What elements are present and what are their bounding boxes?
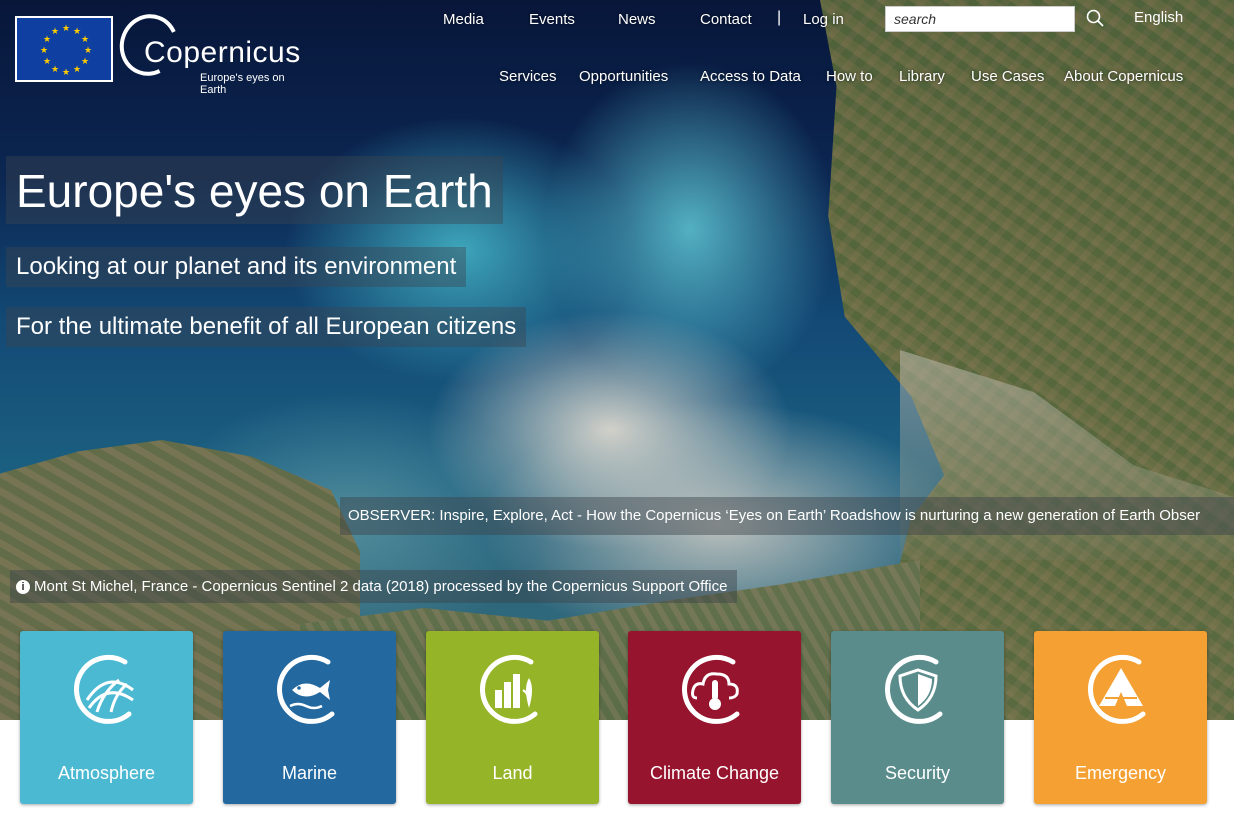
service-tile-security[interactable]: Security	[831, 631, 1004, 804]
nav-contact[interactable]: Contact	[700, 11, 752, 28]
nav-access-to-data[interactable]: Access to Data	[700, 68, 801, 85]
info-icon: i	[16, 580, 30, 594]
nav-media[interactable]: Media	[443, 11, 484, 28]
service-label-climate-change: Climate Change	[649, 763, 780, 783]
nav-services[interactable]: Services	[499, 68, 557, 85]
nav-news[interactable]: News	[618, 11, 656, 28]
service-tile-land[interactable]: Land	[426, 631, 599, 804]
nav-use-cases[interactable]: Use Cases	[971, 68, 1044, 85]
image-credit-text: Mont St Michel, France - Copernicus Sent…	[34, 578, 728, 595]
climate-cloud-icon	[682, 654, 740, 724]
atmosphere-icon	[74, 654, 134, 724]
language-selector[interactable]: English	[1134, 9, 1183, 26]
nav-about-copernicus[interactable]: About Copernicus	[1064, 68, 1183, 85]
service-label-land: Land	[492, 763, 533, 783]
hero-subtitle-1: Looking at our planet and its environmen…	[6, 247, 467, 287]
service-label-security: Security	[884, 763, 951, 783]
land-icon	[480, 654, 538, 724]
image-credit: i Mont St Michel, France - Copernicus Sen…	[10, 570, 738, 603]
service-label-atmosphere: Atmosphere	[57, 763, 156, 783]
hero-satellite-image	[0, 0, 1234, 720]
service-label-emergency: Emergency	[1074, 763, 1167, 783]
search-input[interactable]	[885, 6, 1075, 32]
fish-icon	[277, 654, 335, 724]
service-tile-climate-change[interactable]: Climate Change	[628, 631, 801, 804]
login-link[interactable]: Log in	[803, 11, 844, 28]
nav-library[interactable]: Library	[899, 68, 945, 85]
emergency-icon	[1088, 654, 1146, 724]
nav-separator: |	[777, 9, 782, 26]
hero-headline: Europe's eyes on Earth	[6, 156, 503, 224]
nav-events[interactable]: Events	[529, 11, 575, 28]
service-tile-emergency[interactable]: Emergency	[1034, 631, 1207, 804]
brand-tagline: Europe's eyes on Earth	[200, 72, 285, 96]
search-icon[interactable]	[1086, 9, 1104, 27]
copernicus-logo[interactable]: Copernicus Europe's eyes on Earth	[111, 5, 310, 96]
nav-how-to[interactable]: How to	[826, 68, 873, 85]
news-banner-link[interactable]: OBSERVER: Inspire, Explore, Act - How th…	[340, 497, 1234, 535]
service-tile-marine[interactable]: Marine	[223, 631, 396, 804]
eu-flag-logo[interactable]: ★ ★ ★ ★ ★ ★ ★ ★ ★ ★ ★ ★	[15, 16, 113, 82]
shield-icon	[885, 654, 943, 724]
service-tile-atmosphere[interactable]: Atmosphere	[20, 631, 193, 804]
hero-subtitle-2: For the ultimate benefit of all European…	[6, 307, 527, 347]
service-label-marine: Marine	[281, 763, 338, 783]
brand-name: Copernicus	[144, 36, 301, 69]
nav-opportunities[interactable]: Opportunities	[579, 68, 668, 85]
